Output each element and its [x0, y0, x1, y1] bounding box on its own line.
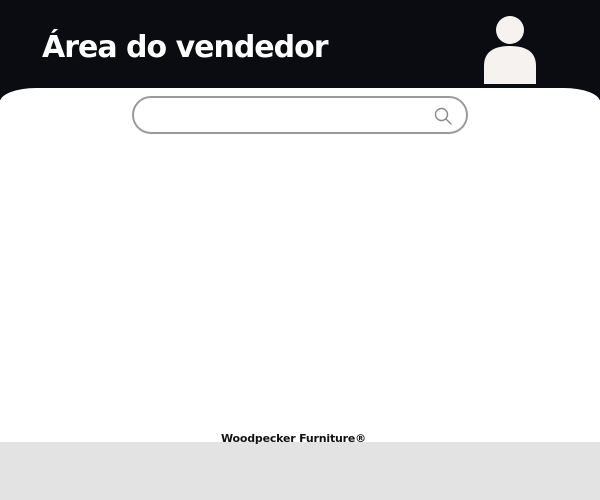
search-icon-graphic	[434, 107, 452, 125]
footer-bar	[0, 442, 600, 500]
search-bar[interactable]	[132, 96, 468, 134]
seller-area-page: Área do vendedor Woodpecker Furniture®	[0, 0, 600, 500]
header-bar: Área do vendedor	[0, 0, 600, 100]
main-content-area	[0, 88, 600, 442]
page-title: Área do vendedor	[42, 30, 329, 65]
user-avatar-graphic	[484, 16, 536, 84]
search-icon[interactable]	[434, 107, 452, 125]
search-input[interactable]	[148, 103, 418, 127]
user-avatar-icon[interactable]	[482, 14, 538, 86]
brand-name: Woodpecker Furniture®	[221, 432, 366, 445]
